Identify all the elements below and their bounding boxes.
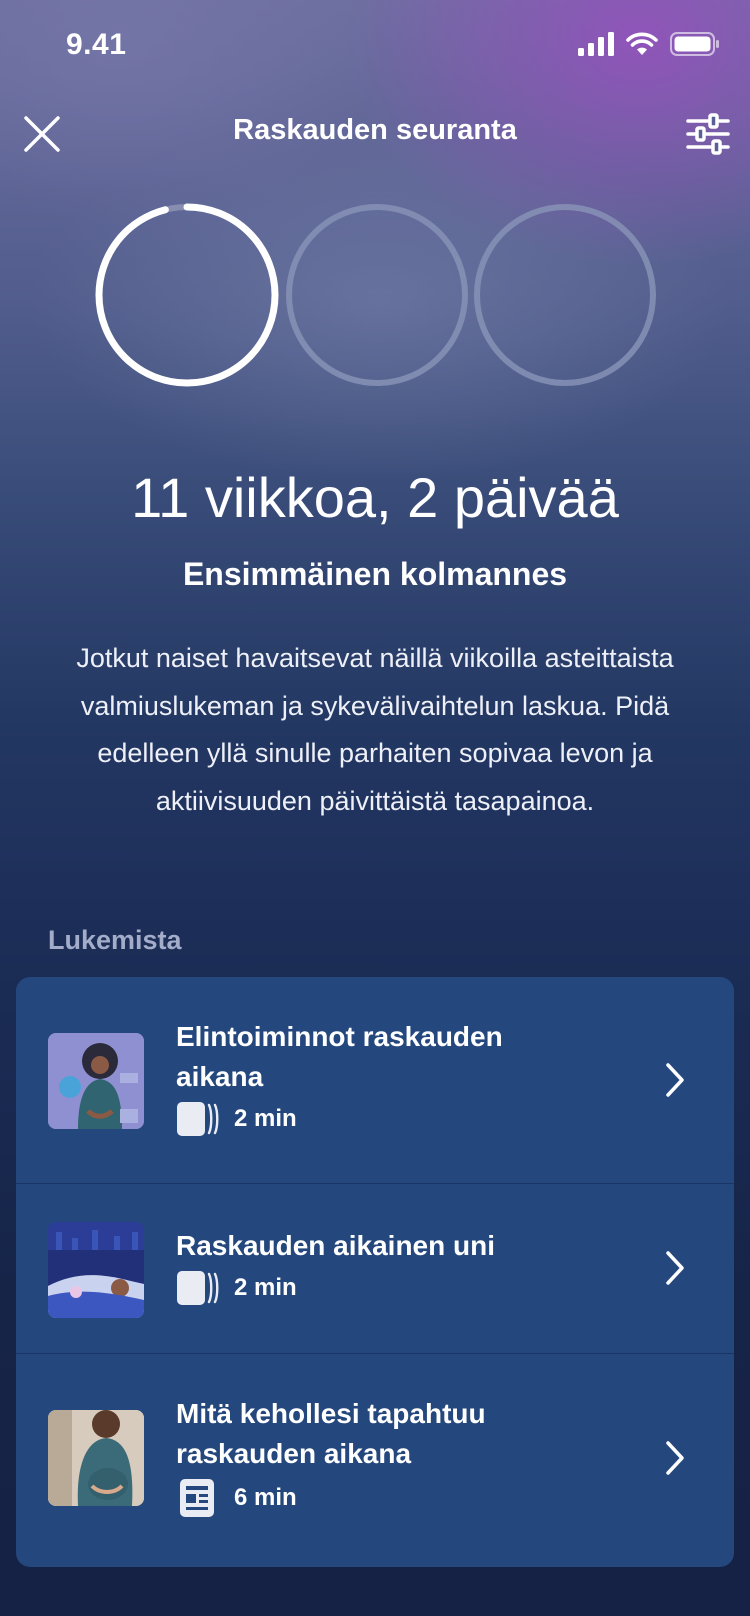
reading-item-sleep[interactable]: Raskauden aikainen uni 2 min (16, 1183, 734, 1354)
trimester-ring-3 (474, 204, 656, 386)
week-description: Jotkut naiset havaitsevat näillä viikoil… (76, 643, 674, 816)
page-title: Raskauden seuranta (233, 114, 517, 146)
chevron-right-icon (666, 1441, 684, 1475)
article-thumbnail (48, 1033, 144, 1129)
reading-item-duration: 2 min (234, 1105, 297, 1132)
reading-item-meta: 2 min (176, 1270, 297, 1306)
chevron-right-icon (666, 1251, 684, 1285)
settings-sliders-icon[interactable] (684, 110, 732, 158)
reading-item-title: Mitä kehollesi tapahtuu raskauden aikana (176, 1398, 486, 1469)
status-bar: 9.41 (0, 0, 750, 90)
trimester-ring-1 (95, 203, 279, 387)
reading-item-title: Elintoiminnot raskauden aikana (176, 1021, 503, 1092)
chevron-right-icon (666, 1063, 684, 1097)
reading-section-heading: Lukemista (48, 925, 182, 955)
reading-item-vital-signs[interactable]: Elintoiminnot raskauden aikana 2 min (16, 977, 734, 1183)
reading-item-meta: 6 min (176, 1478, 297, 1518)
trimester-label: Ensimmäinen kolmannes (182, 556, 568, 592)
header: Raskauden seuranta (0, 100, 750, 166)
reading-item-duration: 6 min (234, 1484, 297, 1511)
article-icon (180, 1479, 214, 1517)
pregnancy-week-counter: 11 viikkoa, 2 päivää (131, 466, 619, 529)
reading-item-title: Raskauden aikainen uni (176, 1230, 495, 1261)
reading-item-body-changes[interactable]: Mitä kehollesi tapahtuu raskauden aikana… (16, 1353, 734, 1567)
reading-item-duration: 2 min (234, 1274, 297, 1301)
status-icons (578, 32, 720, 56)
reading-item-meta: 2 min (176, 1101, 297, 1137)
article-thumbnail (48, 1410, 144, 1506)
battery-icon (670, 32, 719, 56)
trimester-ring-1-progress (95, 203, 279, 387)
trimester-ring-2 (286, 204, 468, 386)
reading-list: Elintoiminnot raskauden aikana 2 min Ras… (16, 977, 734, 1567)
trimester-progress (0, 200, 750, 400)
story-icon (177, 1102, 219, 1136)
story-icon (177, 1271, 219, 1305)
wifi-icon (626, 32, 658, 55)
signal-icon (578, 32, 614, 56)
article-thumbnail (48, 1222, 144, 1318)
status-time: 9.41 (66, 28, 127, 61)
